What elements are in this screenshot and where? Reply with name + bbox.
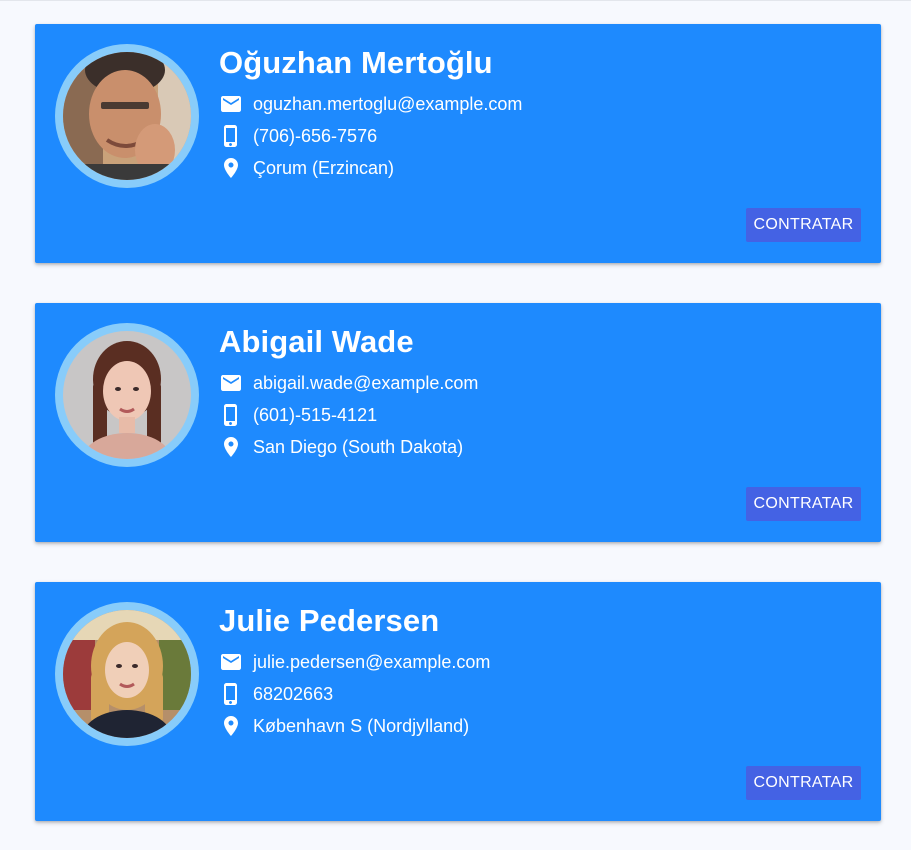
- phone-text: (706)-656-7576: [253, 125, 378, 146]
- email-row: oguzhan.mertoglu@example.com: [219, 92, 522, 116]
- phone-text: (601)-515-4121: [253, 404, 378, 425]
- phone-icon: [224, 404, 237, 426]
- contact-card: Oğuzhan Mertoğlu oguzhan.mertoglu@exampl…: [35, 24, 881, 263]
- location-text: Çorum (Erzincan): [253, 157, 395, 178]
- contact-name: Abigail Wade: [219, 324, 414, 359]
- location-pin-icon: [224, 437, 238, 457]
- phone-row: (601)-515-4121: [219, 403, 377, 427]
- location-pin-icon: [224, 716, 238, 736]
- hire-button[interactable]: CONTRATAR: [746, 766, 861, 800]
- phone-row: (706)-656-7576: [219, 124, 377, 148]
- location-row: San Diego (South Dakota): [219, 435, 463, 459]
- email-icon: [221, 96, 241, 112]
- email-row: abigail.wade@example.com: [219, 371, 478, 395]
- email-icon: [221, 654, 241, 670]
- location-row: Çorum (Erzincan): [219, 156, 394, 180]
- email-text: oguzhan.mertoglu@example.com: [253, 93, 523, 114]
- contact-card: Julie Pedersen julie.pedersen@example.co…: [35, 582, 881, 821]
- avatar: [55, 323, 199, 467]
- hire-button[interactable]: CONTRATAR: [746, 208, 861, 242]
- email-row: julie.pedersen@example.com: [219, 650, 490, 674]
- avatar-photo: [63, 331, 191, 459]
- location-text: San Diego (South Dakota): [253, 436, 464, 457]
- location-pin-icon: [224, 158, 238, 178]
- location-row: København S (Nordjylland): [219, 714, 469, 738]
- phone-row: 68202663: [219, 682, 333, 706]
- phone-icon: [224, 683, 237, 705]
- location-text: København S (Nordjylland): [253, 715, 470, 736]
- email-icon: [221, 375, 241, 391]
- avatar: [55, 602, 199, 746]
- contact-name: Oğuzhan Mertoğlu: [219, 45, 493, 80]
- contact-card: Abigail Wade abigail.wade@example.com (6…: [35, 303, 881, 542]
- email-text: abigail.wade@example.com: [253, 372, 479, 393]
- phone-text: 68202663: [253, 683, 334, 704]
- contact-name: Julie Pedersen: [219, 603, 440, 638]
- avatar: [55, 44, 199, 188]
- email-text: julie.pedersen@example.com: [253, 651, 491, 672]
- phone-icon: [224, 125, 237, 147]
- avatar-photo: [63, 610, 191, 738]
- avatar-photo: [63, 52, 191, 180]
- hire-button[interactable]: CONTRATAR: [746, 487, 861, 521]
